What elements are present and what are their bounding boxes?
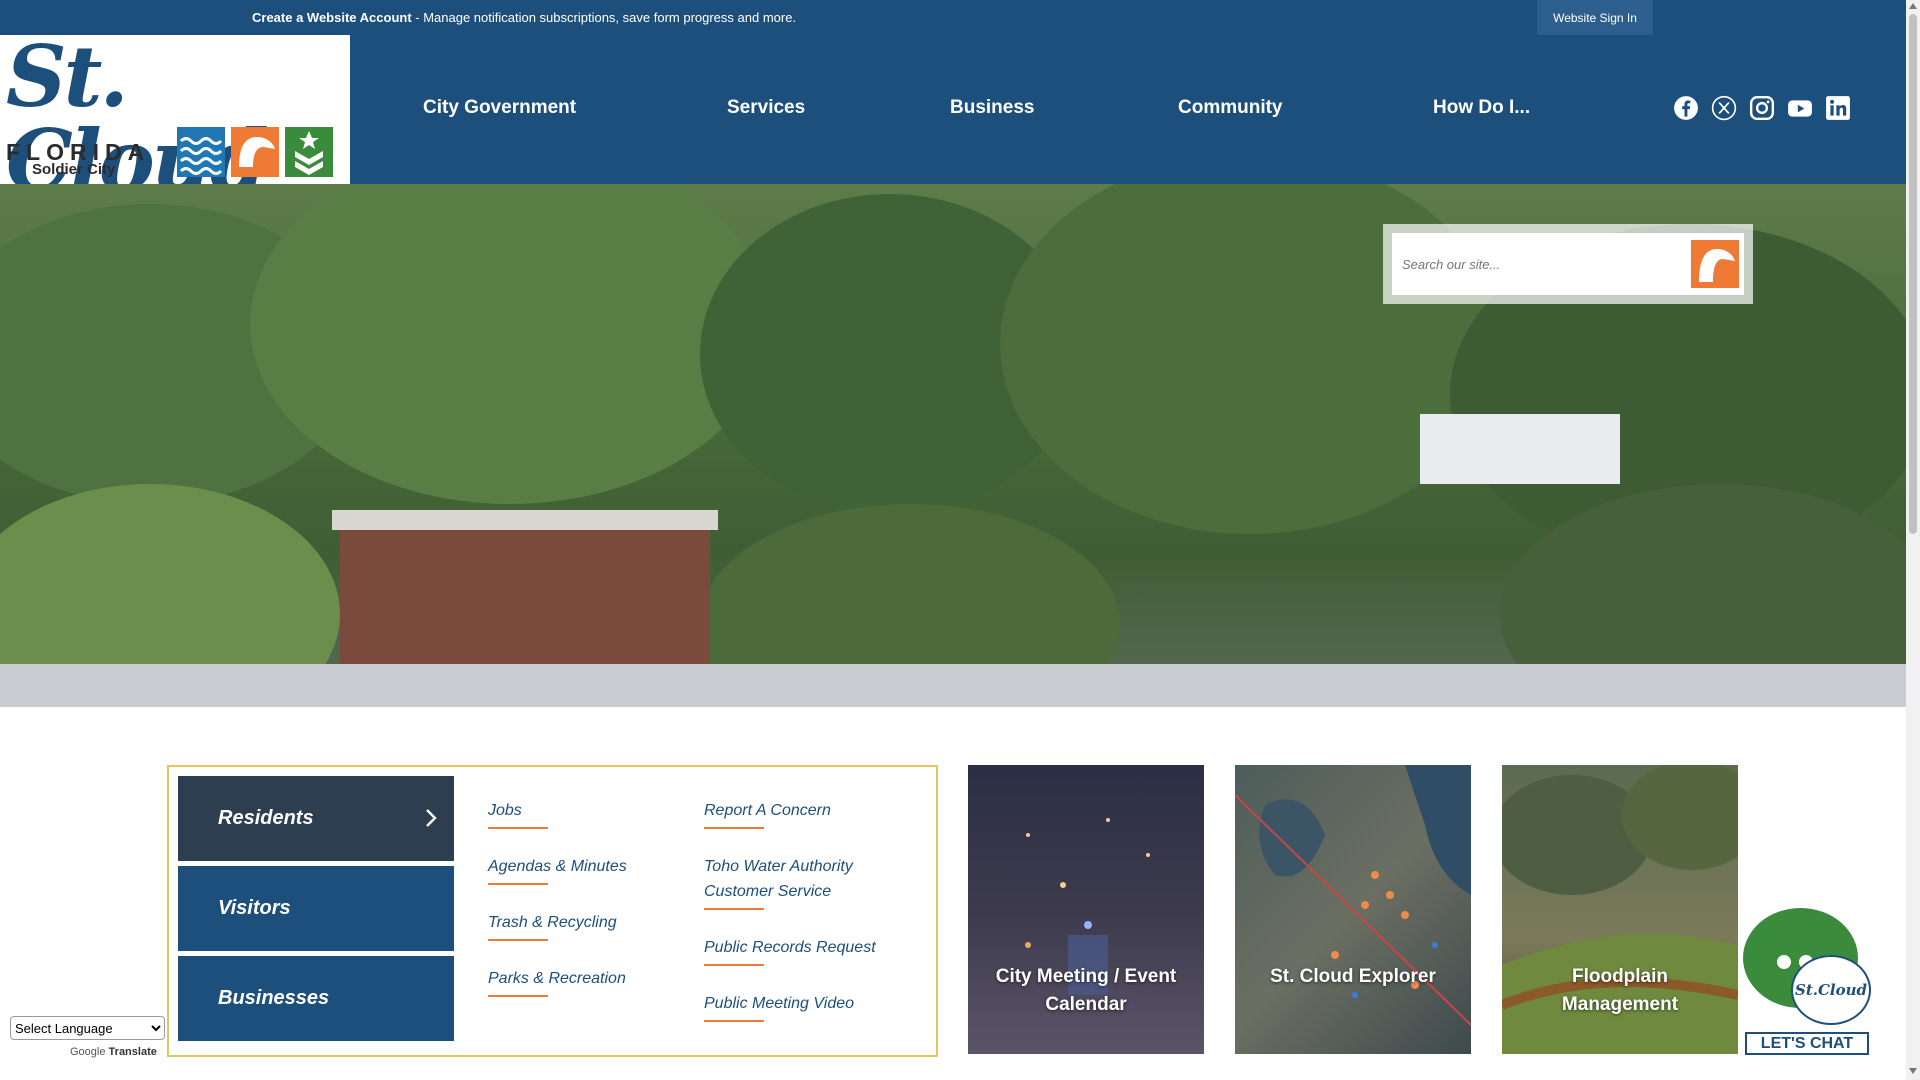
heron-search-icon (1699, 249, 1735, 282)
language-select[interactable]: Select Language (10, 1016, 165, 1040)
facebook-icon[interactable] (1673, 95, 1699, 121)
tab-residents-label: Residents (218, 807, 314, 829)
nav-business[interactable]: Business (950, 97, 1034, 119)
youtube-icon[interactable] (1787, 95, 1813, 121)
link-jobs[interactable]: Jobs (488, 798, 548, 829)
notification-bar: Create a Website Account - Manage notifi… (0, 0, 1906, 35)
link-report-a-concern[interactable]: Report A Concern (704, 798, 831, 829)
site-search (1383, 224, 1753, 304)
x-icon[interactable] (1711, 95, 1737, 121)
tab-visitors[interactable]: Visitors (178, 866, 454, 951)
tab-businesses-label: Businesses (218, 987, 330, 1009)
tab-businesses[interactable]: Businesses (178, 956, 454, 1041)
logo-military-tile (285, 127, 333, 177)
link-trash-recycling[interactable]: Trash & Recycling (488, 910, 617, 941)
card-st-cloud-explorer[interactable]: St. Cloud Explorer (1235, 765, 1471, 1054)
card-city-meeting-label: City Meeting / Event Calendar (995, 966, 1177, 1015)
link-agendas-minutes[interactable]: Agendas & Minutes (488, 854, 627, 885)
create-account-link[interactable]: Create a Website Account (252, 10, 412, 25)
account-message-text: - Manage notification subscriptions, sav… (411, 10, 797, 25)
powered-by-google: Google Translate (70, 1046, 157, 1058)
search-input[interactable] (1402, 251, 1672, 277)
nav-how-do-i[interactable]: How Do I... (1433, 97, 1530, 119)
link-parks-recreation[interactable]: Parks & Recreation (488, 966, 626, 997)
nav-community[interactable]: Community (1178, 97, 1283, 119)
card-floodplain-management[interactable]: Floodplain Management (1502, 765, 1738, 1054)
city-logo[interactable]: St. Cloud FLORIDA Soldier City (0, 35, 350, 203)
chat-widget[interactable]: St.Cloud LET'S CHAT (1743, 905, 1873, 1055)
link-public-records-request[interactable]: Public Records Request (704, 935, 876, 966)
website-sign-in-button[interactable]: Website Sign In (1537, 0, 1653, 35)
link-public-meeting-video[interactable]: Public Meeting Video (704, 991, 854, 1022)
site-header: St. Cloud FLORIDA Soldier City City Gove… (0, 35, 1906, 203)
logo-water-tile (177, 127, 225, 177)
logo-tagline: Soldier City (32, 161, 116, 178)
tab-residents[interactable]: Residents (178, 776, 454, 861)
tab-visitors-label: Visitors (218, 897, 291, 919)
google-translate-widget: Select Language Google Translate (10, 1016, 165, 1058)
hero-house (1420, 414, 1620, 484)
lets-chat-button[interactable]: LET'S CHAT (1745, 1032, 1869, 1055)
nav-city-government[interactable]: City Government (423, 97, 576, 119)
scroll-up-arrow-icon[interactable] (1909, 3, 1917, 9)
linkedin-icon[interactable] (1825, 95, 1851, 121)
page-scrollbar[interactable] (1906, 0, 1920, 1080)
link-toho-water-authority[interactable]: Toho Water Authority Customer Service (704, 854, 894, 910)
chat-logo-badge: St.Cloud (1791, 955, 1871, 1025)
hero-rooftop (0, 664, 1906, 707)
account-message: Create a Website Account - Manage notifi… (252, 10, 796, 25)
card-city-meeting-calendar[interactable]: City Meeting / Event Calendar (968, 765, 1204, 1054)
scrollbar-thumb[interactable] (1909, 14, 1917, 534)
nav-services[interactable]: Services (727, 97, 805, 119)
scroll-down-arrow-icon[interactable] (1909, 1068, 1917, 1074)
card-floodplain-label: Floodplain Management (1561, 966, 1679, 1015)
chevron-right-icon (426, 809, 437, 827)
card-explorer-label: St. Cloud Explorer (1270, 966, 1436, 987)
search-button[interactable] (1691, 240, 1739, 288)
logo-heron-tile (231, 127, 279, 177)
instagram-icon[interactable] (1749, 95, 1775, 121)
